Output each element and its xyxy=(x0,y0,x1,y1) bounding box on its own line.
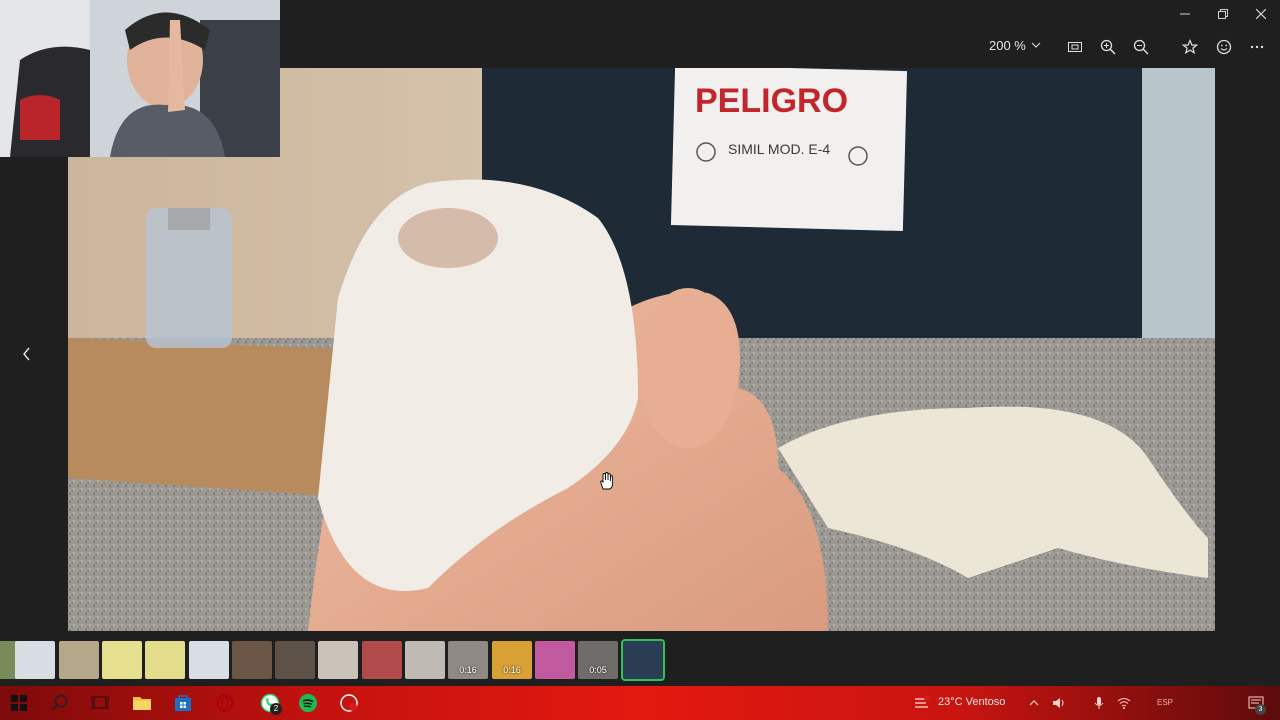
file-explorer-button[interactable] xyxy=(131,692,153,714)
filmstrip-thumb[interactable] xyxy=(405,641,445,679)
opera-button[interactable] xyxy=(214,692,236,714)
emoji-button[interactable] xyxy=(1214,37,1234,57)
sign-title: PELIGRO xyxy=(695,82,848,120)
filmstrip-thumb[interactable] xyxy=(102,641,142,679)
maximize-button[interactable] xyxy=(1204,0,1242,28)
star-icon xyxy=(1182,39,1198,55)
record-icon xyxy=(340,694,358,712)
store-button[interactable] xyxy=(172,692,194,714)
mic-button[interactable] xyxy=(1090,692,1108,714)
filmstrip-thumb[interactable] xyxy=(145,641,185,679)
filmstrip-thumb[interactable] xyxy=(15,641,55,679)
filmstrip-thumb[interactable]: 0:16 xyxy=(492,641,532,679)
webcam-feed xyxy=(0,0,280,157)
filmstrip-thumb[interactable] xyxy=(318,641,358,679)
search-button[interactable] xyxy=(49,692,71,714)
recorder-button[interactable] xyxy=(338,692,360,714)
webcam-overlay xyxy=(0,0,280,157)
weather-text[interactable]: 23°C Ventoso xyxy=(938,696,1005,708)
zoom-out-button[interactable] xyxy=(1131,37,1151,57)
filmstrip-thumb[interactable] xyxy=(535,641,575,679)
taskbar: 2 23°C Ventoso ESP 3 xyxy=(0,686,1280,720)
start-button[interactable] xyxy=(8,692,30,714)
sign-subtitle: SIMIL MOD. E-4 xyxy=(728,141,830,157)
microphone-icon xyxy=(1094,697,1104,709)
close-button[interactable] xyxy=(1242,0,1280,28)
filmstrip-thumb-selected[interactable] xyxy=(621,639,665,681)
more-options-button[interactable] xyxy=(1247,37,1267,57)
previous-image-button[interactable] xyxy=(16,343,38,365)
filmstrip-thumb[interactable]: 0:16 xyxy=(448,641,488,679)
chevron-up-icon xyxy=(1029,700,1039,706)
spotify-icon xyxy=(299,694,317,712)
folder-icon xyxy=(133,697,151,710)
minimize-icon xyxy=(1180,13,1190,15)
network-button[interactable] xyxy=(1115,692,1133,714)
emoji-icon xyxy=(1216,39,1232,55)
spotify-button[interactable] xyxy=(297,692,319,714)
filmstrip-thumb[interactable] xyxy=(189,641,229,679)
close-icon xyxy=(1256,9,1266,19)
zoom-out-icon xyxy=(1133,39,1149,55)
zoom-in-button[interactable] xyxy=(1098,37,1118,57)
filmstrip-thumb[interactable]: 0:05 xyxy=(578,641,618,679)
opera-icon xyxy=(216,694,234,712)
filmstrip-thumb[interactable] xyxy=(275,641,315,679)
whatsapp-badge: 2 xyxy=(270,703,282,715)
volume-button[interactable] xyxy=(1050,692,1068,714)
windows-icon xyxy=(11,695,27,711)
filmstrip-thumb[interactable] xyxy=(59,641,99,679)
fit-screen-button[interactable] xyxy=(1065,37,1085,57)
chevron-down-icon[interactable] xyxy=(1030,38,1042,52)
chevron-left-icon xyxy=(23,347,30,361)
task-view-button[interactable] xyxy=(89,692,111,714)
restore-icon xyxy=(1218,9,1228,19)
more-icon xyxy=(1250,45,1264,49)
alert-button[interactable] xyxy=(912,692,932,714)
notification-count: 3 xyxy=(1255,704,1266,715)
minimize-button[interactable] xyxy=(1166,0,1204,28)
zoom-level[interactable]: 200 % xyxy=(989,38,1026,53)
tray-chevron[interactable] xyxy=(1025,692,1043,714)
language-indicator[interactable]: ESP xyxy=(1157,698,1173,707)
search-icon xyxy=(51,694,68,711)
weather-alert-icon xyxy=(915,695,930,708)
fit-screen-icon xyxy=(1068,42,1082,52)
notifications-button[interactable]: 3 xyxy=(1247,692,1266,715)
filmstrip-thumb[interactable] xyxy=(362,641,402,679)
filmstrip-thumb[interactable] xyxy=(232,641,272,679)
speaker-icon xyxy=(1053,698,1064,708)
store-icon xyxy=(175,695,191,711)
hand-cursor-icon xyxy=(600,472,614,490)
whatsapp-button[interactable]: 2 xyxy=(253,692,287,715)
wifi-icon xyxy=(1117,698,1131,709)
zoom-in-icon xyxy=(1100,39,1116,55)
task-view-icon xyxy=(91,696,109,710)
filmstrip: 0:16 0:16 0:05 xyxy=(0,638,1280,684)
favorite-button[interactable] xyxy=(1180,37,1200,57)
